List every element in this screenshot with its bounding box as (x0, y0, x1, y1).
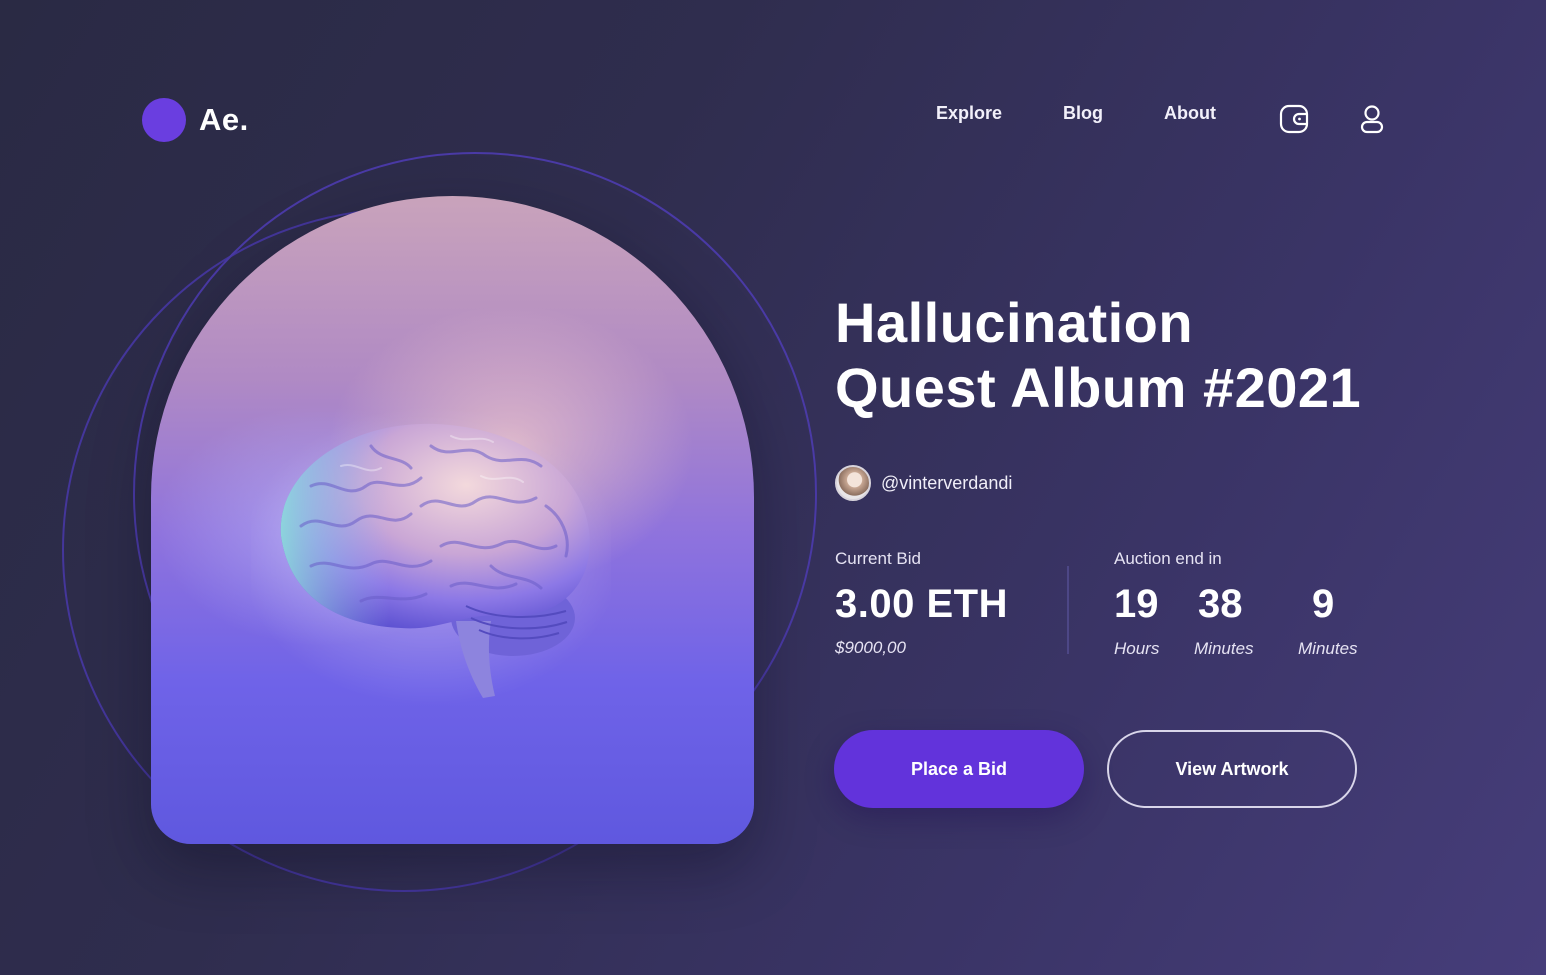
title-line-2: Quest Album #2021 (835, 356, 1362, 419)
countdown-hours-value: 19 (1114, 582, 1159, 626)
artwork-title: Hallucination Quest Album #2021 (835, 290, 1475, 420)
nav-about[interactable]: About (1164, 103, 1216, 124)
creator-handle[interactable]: @vinterverdandi (881, 473, 1012, 494)
main-nav: Explore Blog About (936, 103, 1384, 134)
wallet-icon[interactable] (1278, 103, 1310, 135)
avatar[interactable] (835, 465, 871, 501)
countdown-minutes-unit: Minutes (1194, 639, 1254, 658)
countdown-minutes-value: 38 (1198, 582, 1243, 626)
countdown-seconds-value: 9 (1312, 582, 1335, 626)
logo-text: Ae. (199, 102, 249, 137)
logo[interactable]: Ae. (142, 98, 249, 142)
countdown-seconds-unit: Minutes (1298, 639, 1358, 658)
nav-explore[interactable]: Explore (936, 103, 1002, 124)
current-bid-value: 3.00 ETH (835, 582, 1008, 626)
nav-blog[interactable]: Blog (1063, 103, 1103, 124)
divider (1067, 566, 1069, 654)
user-icon[interactable] (1356, 103, 1388, 135)
brain-artwork (251, 406, 611, 706)
artwork-card[interactable] (151, 196, 754, 844)
view-artwork-button[interactable]: View Artwork (1107, 730, 1357, 808)
nft-landing-page: Ae. Explore Blog About Hallucination Que… (0, 0, 1546, 975)
current-bid-label: Current Bid (835, 549, 921, 568)
auction-end-label: Auction end in (1114, 549, 1222, 568)
creator-info[interactable]: @vinterverdandi (835, 465, 1012, 501)
logo-mark (142, 98, 186, 142)
current-bid-usd: $9000,00 (835, 638, 906, 657)
title-line-1: Hallucination (835, 291, 1194, 354)
countdown-hours-unit: Hours (1114, 639, 1160, 658)
place-bid-button[interactable]: Place a Bid (834, 730, 1084, 808)
